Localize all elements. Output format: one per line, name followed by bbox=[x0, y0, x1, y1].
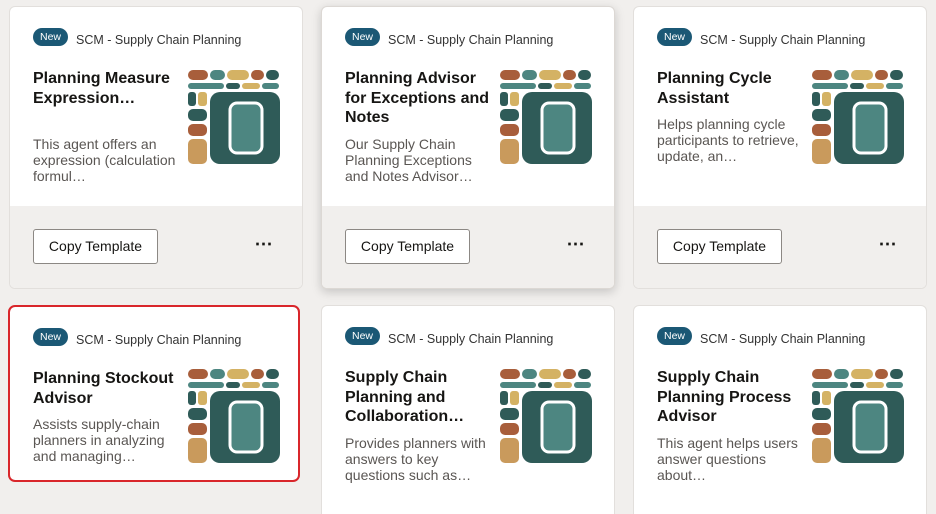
new-badge: New bbox=[657, 28, 693, 46]
new-badge: New bbox=[657, 327, 693, 345]
ellipsis-icon[interactable]: ⋯ bbox=[874, 234, 902, 258]
card-category: SCM - Supply Chain Planning bbox=[388, 33, 554, 47]
card-category: SCM - Supply Chain Planning bbox=[76, 33, 242, 47]
agent-mosaic-icon bbox=[188, 70, 280, 164]
card-title[interactable]: Planning Stockout Advisor bbox=[33, 369, 181, 408]
agent-card-planning-cycle-assistant[interactable]: New SCM - Supply Chain Planning Planning… bbox=[633, 6, 927, 289]
card-description: Assists supply-chain planners in analyzi… bbox=[33, 416, 165, 464]
agent-template-gallery: New SCM - Supply Chain Planning Planning… bbox=[0, 0, 936, 514]
ellipsis-icon[interactable]: ⋯ bbox=[562, 234, 590, 258]
card-description: This agent helps users answer questions … bbox=[657, 435, 798, 483]
agent-card-planning-advisor-exceptions[interactable]: New SCM - Supply Chain Planning Planning… bbox=[321, 6, 615, 289]
card-description: Our Supply Chain Planning Exceptions and… bbox=[345, 136, 473, 184]
card-title[interactable]: Supply Chain Planning and Collaboration… bbox=[345, 368, 493, 427]
ellipsis-icon[interactable]: ⋯ bbox=[250, 234, 278, 258]
card-description: Provides planners with answers to key qu… bbox=[345, 435, 486, 483]
card-title[interactable]: Supply Chain Planning Process Advisor bbox=[657, 368, 805, 427]
agent-card-planning-measure-expression[interactable]: New SCM - Supply Chain Planning Planning… bbox=[9, 6, 303, 289]
card-description: This agent offers an expression (calcula… bbox=[33, 136, 176, 184]
new-badge: New bbox=[345, 327, 381, 345]
card-footer: Copy Template ⋯ bbox=[322, 206, 614, 288]
card-footer: Copy Template ⋯ bbox=[634, 206, 926, 288]
card-title[interactable]: Planning Cycle Assistant bbox=[657, 69, 805, 108]
card-category: SCM - Supply Chain Planning bbox=[700, 33, 866, 47]
copy-template-button[interactable]: Copy Template bbox=[345, 229, 470, 264]
card-category: SCM - Supply Chain Planning bbox=[388, 332, 554, 346]
new-badge: New bbox=[33, 28, 69, 46]
card-category: SCM - Supply Chain Planning bbox=[700, 332, 866, 346]
card-description: Helps planning cycle participants to ret… bbox=[657, 116, 799, 164]
agent-card-supply-chain-process-advisor[interactable]: New SCM - Supply Chain Planning Supply C… bbox=[633, 305, 927, 514]
agent-mosaic-icon bbox=[500, 70, 592, 164]
copy-template-button[interactable]: Copy Template bbox=[33, 229, 158, 264]
agent-card-supply-chain-collaboration[interactable]: New SCM - Supply Chain Planning Supply C… bbox=[321, 305, 615, 514]
new-badge: New bbox=[33, 328, 69, 346]
new-badge: New bbox=[345, 28, 381, 46]
copy-template-button[interactable]: Copy Template bbox=[657, 229, 782, 264]
agent-mosaic-icon bbox=[812, 369, 904, 463]
card-title[interactable]: Planning Measure Expression… bbox=[33, 69, 181, 108]
card-category: SCM - Supply Chain Planning bbox=[76, 333, 242, 347]
agent-mosaic-icon bbox=[812, 70, 904, 164]
card-footer: Copy Template ⋯ bbox=[10, 206, 302, 288]
agent-mosaic-icon bbox=[188, 369, 280, 463]
agent-card-planning-stockout-advisor[interactable]: New SCM - Supply Chain Planning Planning… bbox=[8, 305, 300, 482]
card-title[interactable]: Planning Advisor for Exceptions and Note… bbox=[345, 69, 493, 128]
agent-mosaic-icon bbox=[500, 369, 592, 463]
